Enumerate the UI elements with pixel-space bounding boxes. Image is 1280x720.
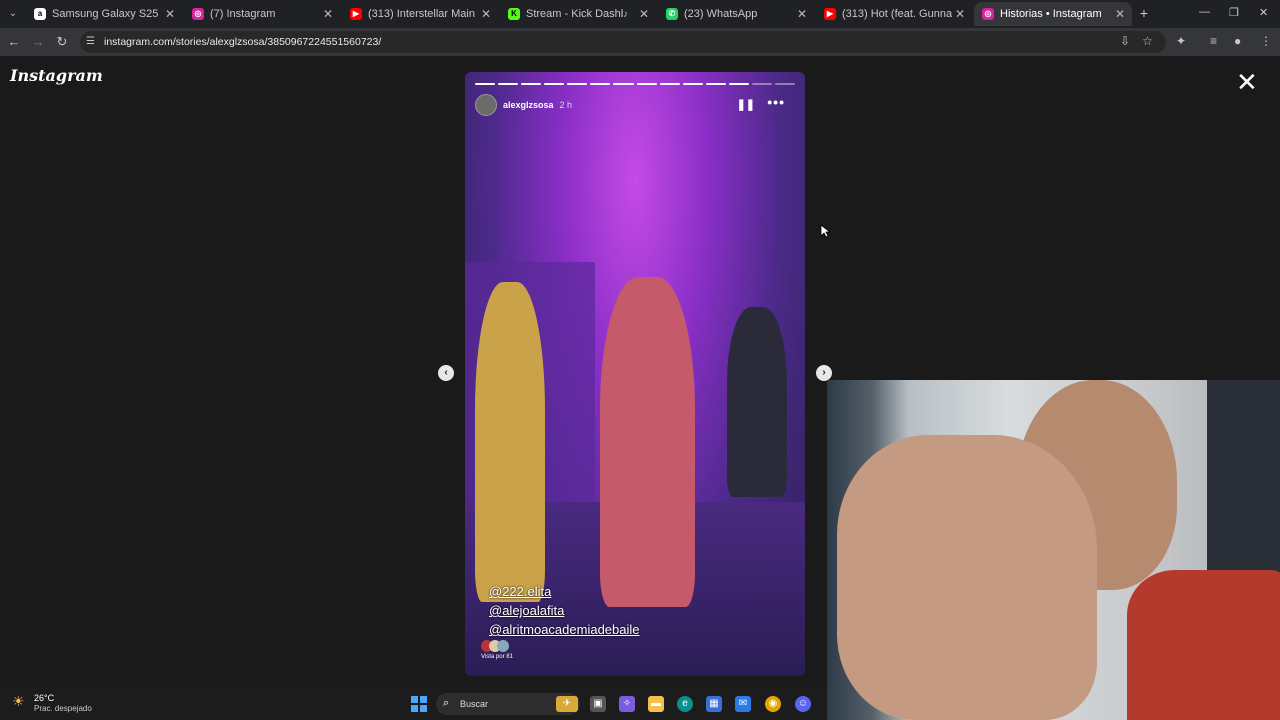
shirt-shape <box>1127 570 1280 720</box>
previous-story-button[interactable]: ‹ <box>438 365 454 381</box>
extensions-icon[interactable]: ✦ <box>1176 34 1186 48</box>
taskbar-search-placeholder: Buscar <box>460 699 489 709</box>
pause-icon[interactable]: ❚❚ <box>737 98 755 111</box>
weather-temperature[interactable]: 26°C <box>34 693 54 703</box>
task-view-icon[interactable]: ▣ <box>590 696 606 712</box>
edge-icon[interactable]: e <box>677 696 693 712</box>
tab-search-button[interactable]: ⌄ <box>4 5 22 23</box>
story-progress-bar <box>475 83 796 85</box>
youtube-icon: ▶ <box>350 8 362 20</box>
tab-whatsapp[interactable]: ✆ (23) WhatsApp ✕ <box>658 2 814 26</box>
windows-start-icon[interactable] <box>411 696 427 712</box>
instagram-icon: ◎ <box>192 8 204 20</box>
story-header: alexglzsosa 2 h ❚❚ ••• <box>475 94 795 116</box>
close-tab-icon[interactable]: ✕ <box>636 7 652 21</box>
mention-tag[interactable]: @alejoalafita <box>489 603 564 618</box>
install-app-icon[interactable]: ⇩ <box>1120 34 1130 48</box>
dancer-figure <box>600 277 695 607</box>
back-button[interactable]: ← <box>6 34 22 49</box>
story-time: 2 h <box>559 100 573 110</box>
webcam-overlay <box>827 380 1280 720</box>
tab-title: (23) WhatsApp <box>684 8 758 20</box>
story-username[interactable]: alexglzsosa <box>503 100 554 110</box>
close-window-button[interactable]: ✕ <box>1259 6 1268 19</box>
bookmark-star-icon[interactable]: ☆ <box>1142 34 1153 48</box>
close-tab-icon[interactable]: ✕ <box>478 7 494 21</box>
close-story-icon[interactable]: ✕ <box>1236 69 1258 95</box>
tab-instagram[interactable]: ◎ (7) Instagram ✕ <box>184 2 340 26</box>
close-tab-icon[interactable]: ✕ <box>162 7 178 21</box>
viewer-avatars[interactable] <box>481 640 511 654</box>
file-explorer-icon[interactable]: ▬ <box>648 696 664 712</box>
weather-sun-icon[interactable]: ☀ <box>12 693 25 710</box>
tab-title: Historias • Instagram <box>1000 8 1102 20</box>
instagram-logo[interactable]: Instagram <box>10 66 103 85</box>
tab-title: (313) Interstellar Main Theme - <box>368 8 478 20</box>
copilot-icon[interactable]: ✧ <box>619 696 635 712</box>
story-viewer[interactable]: alexglzsosa 2 h ❚❚ ••• @222.elita @alejo… <box>465 72 805 676</box>
media-control-icon[interactable]: ≡ <box>1210 34 1217 48</box>
hand-shape <box>837 435 1097 720</box>
close-tab-icon[interactable]: ✕ <box>952 7 968 21</box>
tab-title: (7) Instagram <box>210 8 276 20</box>
dancer-figure <box>727 307 787 497</box>
new-tab-button[interactable]: + <box>1136 5 1152 21</box>
tab-kick[interactable]: K Stream - Kick Dashboard ♪ ✕ <box>500 2 656 26</box>
chair-shape <box>1207 380 1280 580</box>
tab-samsung[interactable]: a Samsung Galaxy S25 Ultra Neg ✕ <box>26 2 182 26</box>
site-info-icon[interactable]: ☰ <box>86 36 95 47</box>
tab-title: Stream - Kick Dashboard <box>526 8 623 20</box>
mouse-cursor-icon <box>820 224 830 238</box>
tab-historias[interactable]: ◎ Historias • Instagram ✕ <box>974 2 1132 26</box>
close-tab-icon[interactable]: ✕ <box>1112 7 1128 21</box>
menu-dots-icon[interactable]: ⋮ <box>1260 34 1272 48</box>
search-icon: ⌕ <box>443 697 450 709</box>
close-tab-icon[interactable]: ✕ <box>794 7 810 21</box>
avatar[interactable] <box>475 94 497 116</box>
whatsapp-icon: ✆ <box>666 8 678 20</box>
minimize-button[interactable]: — <box>1199 6 1210 18</box>
url-text[interactable]: instagram.com/stories/alexglzsosa/385096… <box>104 36 381 48</box>
dancer-figure <box>475 282 545 602</box>
profile-avatar-icon[interactable]: ● <box>1234 34 1241 48</box>
instagram-icon: ◎ <box>982 8 994 20</box>
restore-button[interactable]: ❐ <box>1229 6 1239 19</box>
kick-icon: K <box>508 8 520 20</box>
amazon-icon: a <box>34 8 46 20</box>
reload-button[interactable]: ↻ <box>54 34 70 50</box>
more-options-icon[interactable]: ••• <box>767 94 785 110</box>
weather-condition[interactable]: Prac. despejado <box>34 704 92 713</box>
tab-title: (313) Hot (feat. Gunna) - YouTu <box>842 8 952 20</box>
forward-button[interactable]: → <box>30 34 46 49</box>
discord-icon[interactable]: ☺ <box>795 696 811 712</box>
tab-title: Samsung Galaxy S25 Ultra Neg <box>52 8 162 20</box>
mention-tag[interactable]: @222.elita <box>489 584 551 599</box>
tab-hot-gunna[interactable]: ▶ (313) Hot (feat. Gunna) - YouTu ✕ <box>816 2 972 26</box>
store-icon[interactable]: ▦ <box>706 696 722 712</box>
speaker-icon[interactable]: ♪ <box>623 9 628 20</box>
youtube-icon: ▶ <box>824 8 836 20</box>
tab-interstellar[interactable]: ▶ (313) Interstellar Main Theme - ✕ <box>342 2 498 26</box>
mention-tag[interactable]: @alritmoacademiadebaile <box>489 622 640 637</box>
close-tab-icon[interactable]: ✕ <box>320 7 336 21</box>
widgets-icon[interactable]: ✈ <box>556 696 578 712</box>
seen-by-count[interactable]: Vista por 81 <box>481 654 513 660</box>
mail-icon[interactable]: ✉ <box>735 696 751 712</box>
chrome-icon[interactable]: ◉ <box>765 696 781 712</box>
next-story-button[interactable]: › <box>816 365 832 381</box>
